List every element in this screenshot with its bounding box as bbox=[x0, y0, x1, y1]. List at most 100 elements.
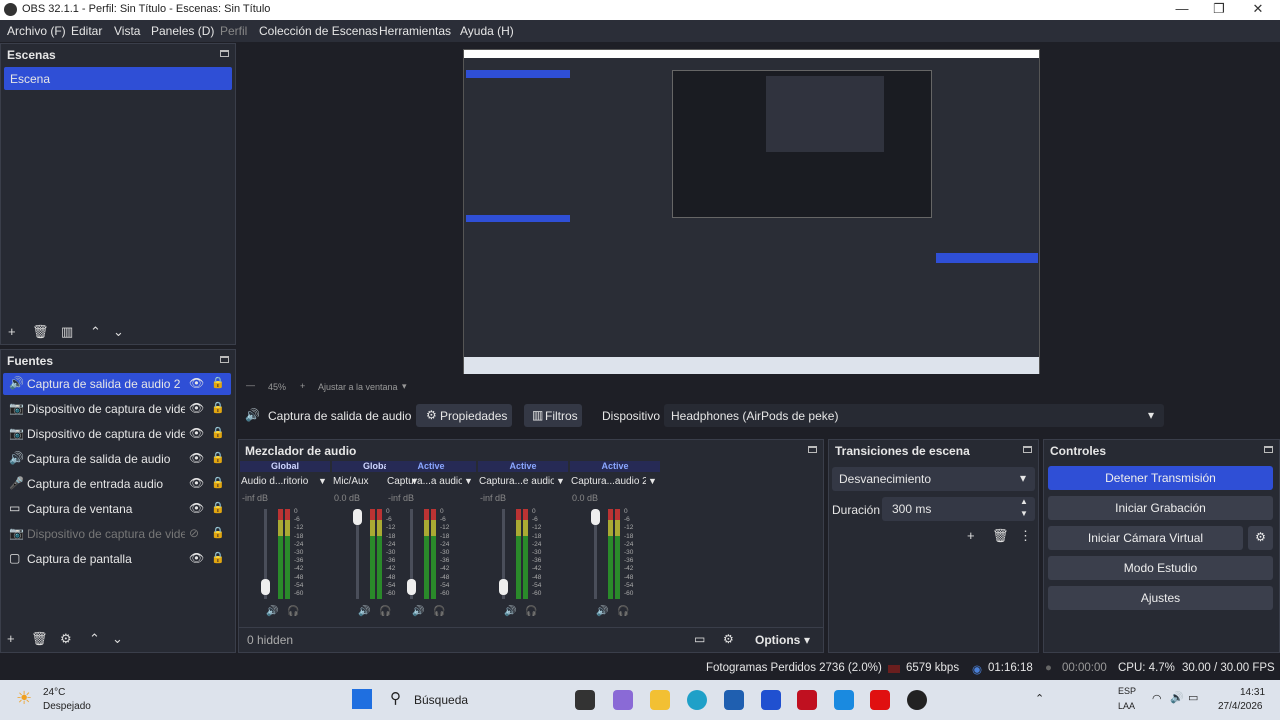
lock-icon[interactable]: 🔒 bbox=[211, 476, 225, 489]
task-view-icon[interactable] bbox=[575, 690, 595, 710]
source-row[interactable]: 📷 Dispositivo de captura de video 👁 🔒 bbox=[3, 398, 231, 420]
channel-mode-badge[interactable]: Active bbox=[478, 461, 568, 472]
source-row[interactable]: 🔊 Captura de salida de audio 2 👁 🔒 bbox=[3, 373, 231, 395]
volume-slider-handle[interactable] bbox=[499, 579, 508, 595]
menu-coleccion[interactable]: Colección de Escenas bbox=[259, 24, 378, 38]
outlook-icon[interactable] bbox=[834, 690, 854, 710]
close-button[interactable]: ✕ bbox=[1238, 1, 1278, 19]
wifi-icon[interactable]: ◠ bbox=[1152, 692, 1162, 705]
float-dock-icon[interactable] bbox=[220, 356, 229, 363]
scene-filters-icon[interactable]: ▥ bbox=[61, 324, 73, 340]
add-source-icon[interactable]: + bbox=[7, 631, 15, 646]
zoom-out-icon[interactable]: — bbox=[246, 380, 255, 390]
move-up-icon[interactable]: ⌃ bbox=[89, 631, 100, 647]
source-row[interactable]: 🔊 Captura de salida de audio 👁 🔒 bbox=[3, 448, 231, 470]
move-down-icon[interactable]: ⌄ bbox=[113, 324, 124, 340]
menu-vista[interactable]: Vista bbox=[114, 24, 140, 38]
lock-icon[interactable]: 🔒 bbox=[211, 376, 225, 389]
speaker-icon[interactable]: 🔊 bbox=[358, 606, 370, 617]
volume-slider-handle[interactable] bbox=[261, 579, 270, 595]
float-dock-icon[interactable] bbox=[1264, 446, 1273, 453]
hidden-eye-icon[interactable]: ⊘ bbox=[189, 526, 199, 540]
chevron-down-icon[interactable]: ▼ bbox=[556, 476, 565, 486]
volume-icon[interactable]: 🔊 bbox=[1170, 691, 1184, 704]
clock-date[interactable]: 27/4/2026 bbox=[1218, 701, 1263, 712]
vscode-icon[interactable] bbox=[761, 690, 781, 710]
volume-slider-handle[interactable] bbox=[591, 509, 600, 525]
volume-slider-handle[interactable] bbox=[407, 579, 416, 595]
speaker-icon[interactable]: 🔊 bbox=[596, 606, 608, 617]
add-scene-icon[interactable]: + bbox=[8, 324, 16, 339]
float-dock-icon[interactable] bbox=[808, 446, 817, 453]
volume-slider-handle[interactable] bbox=[353, 509, 362, 525]
filters-button[interactable]: ▥ Filtros bbox=[524, 404, 582, 427]
start-virtual-camera-button[interactable]: Iniciar Cámara Virtual bbox=[1048, 526, 1243, 550]
brave-icon[interactable] bbox=[797, 690, 817, 710]
clock-time[interactable]: 14:31 bbox=[1240, 687, 1265, 698]
lock-icon[interactable]: 🔒 bbox=[211, 401, 225, 414]
store-icon[interactable] bbox=[724, 690, 744, 710]
duration-spinbox[interactable]: 300 ms ▲ ▼ bbox=[882, 497, 1035, 521]
settings-icon[interactable]: ⚙ bbox=[723, 632, 734, 646]
channel-mode-badge[interactable]: Global bbox=[240, 461, 330, 472]
minimize-button[interactable]: — bbox=[1162, 1, 1202, 19]
source-row[interactable]: 🎤 Captura de entrada audio 👁 🔒 bbox=[3, 473, 231, 495]
stop-stream-button[interactable]: Detener Transmisión bbox=[1048, 466, 1273, 490]
source-row[interactable]: ▭ Captura de ventana 👁 🔒 bbox=[3, 498, 231, 520]
windows-start-icon[interactable] bbox=[352, 689, 372, 709]
edge-icon[interactable] bbox=[687, 690, 707, 710]
chevron-down-icon[interactable]: ▾ bbox=[402, 381, 407, 392]
zoom-fit[interactable]: Ajustar a la ventana bbox=[318, 382, 398, 392]
search-icon[interactable]: ⚲ bbox=[390, 689, 401, 707]
lock-icon[interactable]: 🔒 bbox=[211, 526, 225, 539]
channel-mode-badge[interactable]: Active bbox=[570, 461, 660, 472]
zoom-in-icon[interactable]: + bbox=[300, 381, 305, 391]
scene-item[interactable]: Escena bbox=[4, 67, 232, 90]
chevron-down-icon[interactable]: ▼ bbox=[464, 476, 473, 486]
source-row[interactable]: ▢ Captura de pantalla 👁 🔒 bbox=[3, 548, 231, 570]
move-up-icon[interactable]: ⌃ bbox=[90, 324, 101, 340]
headphones-icon[interactable]: 🎧 bbox=[287, 606, 299, 617]
float-dock-icon[interactable] bbox=[220, 50, 229, 57]
more-options-icon[interactable]: ⋮ bbox=[1019, 528, 1032, 544]
chevron-down-icon[interactable]: ▾ bbox=[804, 633, 810, 647]
battery-icon[interactable]: ▭ bbox=[1188, 691, 1198, 704]
headphones-icon[interactable]: 🎧 bbox=[617, 606, 629, 617]
options-button[interactable]: Options bbox=[755, 633, 800, 647]
taskbar-search[interactable]: Búsqueda bbox=[414, 693, 468, 707]
lock-icon[interactable]: 🔒 bbox=[211, 451, 225, 464]
weather-desc[interactable]: Despejado bbox=[43, 701, 91, 712]
speaker-icon[interactable]: 🔊 bbox=[266, 606, 278, 617]
settings-button[interactable]: Ajustes bbox=[1048, 586, 1273, 610]
copilot-icon[interactable] bbox=[613, 690, 633, 710]
file-explorer-icon[interactable] bbox=[650, 690, 670, 710]
visibility-eye-icon[interactable]: 👁 bbox=[189, 426, 204, 440]
obs-taskbar-icon[interactable] bbox=[907, 690, 927, 710]
visibility-eye-icon[interactable]: 👁 bbox=[189, 476, 204, 490]
lock-icon[interactable]: 🔒 bbox=[211, 501, 225, 514]
chevron-down-icon[interactable]: ▼ bbox=[318, 476, 327, 486]
lang-layout[interactable]: LAA bbox=[1118, 701, 1135, 711]
remove-scene-icon[interactable]: 🗑 bbox=[32, 324, 49, 340]
menu-perfil[interactable]: Perfil bbox=[220, 24, 247, 38]
move-down-icon[interactable]: ⌄ bbox=[112, 631, 123, 647]
spin-down-icon[interactable]: ▼ bbox=[1020, 509, 1028, 518]
visibility-eye-icon[interactable]: 👁 bbox=[189, 451, 204, 465]
device-select[interactable]: Headphones (AirPods de peke) ▾ bbox=[664, 404, 1164, 427]
chevron-up-icon[interactable]: ⌃ bbox=[1035, 692, 1044, 705]
weather-temp[interactable]: 24°C bbox=[43, 687, 65, 698]
remove-source-icon[interactable]: 🗑 bbox=[31, 631, 48, 647]
maximize-button[interactable]: ❐ bbox=[1199, 1, 1239, 19]
properties-button[interactable]: ⚙ Propiedades bbox=[416, 404, 512, 427]
chevron-down-icon[interactable]: ▼ bbox=[648, 476, 657, 486]
layout-icon[interactable]: ▭ bbox=[694, 632, 705, 646]
source-settings-icon[interactable]: ⚙ bbox=[60, 631, 72, 647]
youtube-icon[interactable] bbox=[870, 690, 890, 710]
headphones-icon[interactable]: 🎧 bbox=[525, 606, 537, 617]
float-dock-icon[interactable] bbox=[1023, 446, 1032, 453]
speaker-icon[interactable]: 🔊 bbox=[412, 606, 424, 617]
visibility-eye-icon[interactable]: 👁 bbox=[189, 401, 204, 415]
visibility-eye-icon[interactable]: 👁 bbox=[189, 376, 204, 390]
headphones-icon[interactable]: 🎧 bbox=[433, 606, 445, 617]
transition-select[interactable]: Desvanecimiento ▾ bbox=[832, 467, 1035, 491]
